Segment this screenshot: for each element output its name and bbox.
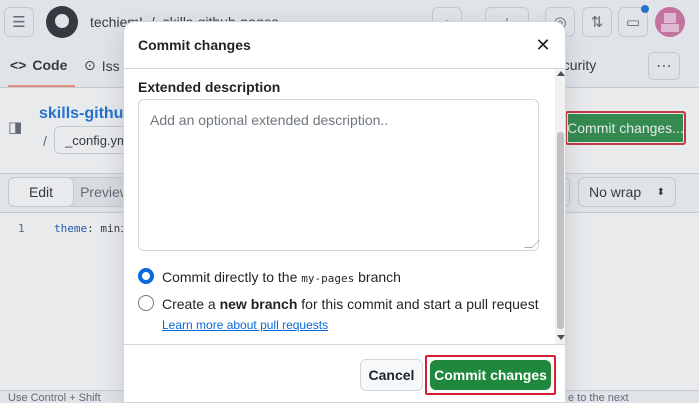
radio-unchecked-icon[interactable] bbox=[138, 295, 154, 311]
dialog-scrollbar[interactable] bbox=[555, 69, 565, 344]
radio-new-bold: new branch bbox=[219, 296, 298, 312]
dialog-header: Commit changes ✕ bbox=[124, 22, 565, 69]
radio-commit-directly-label: Commit directly to the my-pages branch bbox=[162, 267, 540, 289]
commit-changes-dialog: Commit changes ✕ Extended description Co… bbox=[123, 21, 566, 403]
scroll-thumb[interactable] bbox=[557, 132, 564, 329]
dialog-footer: Cancel Commit changes bbox=[124, 344, 565, 402]
radio-direct-post: branch bbox=[354, 269, 401, 285]
radio-new-branch-label: Create a new branch for this commit and … bbox=[162, 294, 540, 335]
commit-changes-button[interactable]: Commit changes bbox=[430, 360, 551, 390]
commit-button-highlight: Commit changes bbox=[425, 355, 556, 395]
radio-new-branch[interactable]: Create a new branch for this commit and … bbox=[138, 294, 540, 335]
close-icon[interactable]: ✕ bbox=[532, 34, 554, 56]
radio-new-pre: Create a bbox=[162, 296, 220, 312]
cancel-button[interactable]: Cancel bbox=[360, 359, 423, 391]
scroll-up-arrow-icon[interactable] bbox=[557, 71, 565, 76]
extended-description-textarea[interactable] bbox=[138, 99, 539, 251]
radio-commit-directly[interactable]: Commit directly to the my-pages branch bbox=[138, 267, 540, 289]
radio-checked-icon[interactable] bbox=[138, 268, 154, 284]
dialog-title: Commit changes bbox=[138, 37, 251, 53]
learn-more-link[interactable]: Learn more about pull requests bbox=[162, 318, 328, 332]
scroll-down-arrow-icon[interactable] bbox=[557, 335, 565, 340]
dialog-body: Extended description Commit directly to … bbox=[124, 69, 556, 344]
branch-name: my-pages bbox=[301, 272, 355, 285]
radio-direct-pre: Commit directly to the bbox=[162, 269, 302, 285]
radio-new-post: for this commit and start a pull request bbox=[297, 296, 539, 312]
extended-description-label: Extended description bbox=[138, 79, 281, 95]
